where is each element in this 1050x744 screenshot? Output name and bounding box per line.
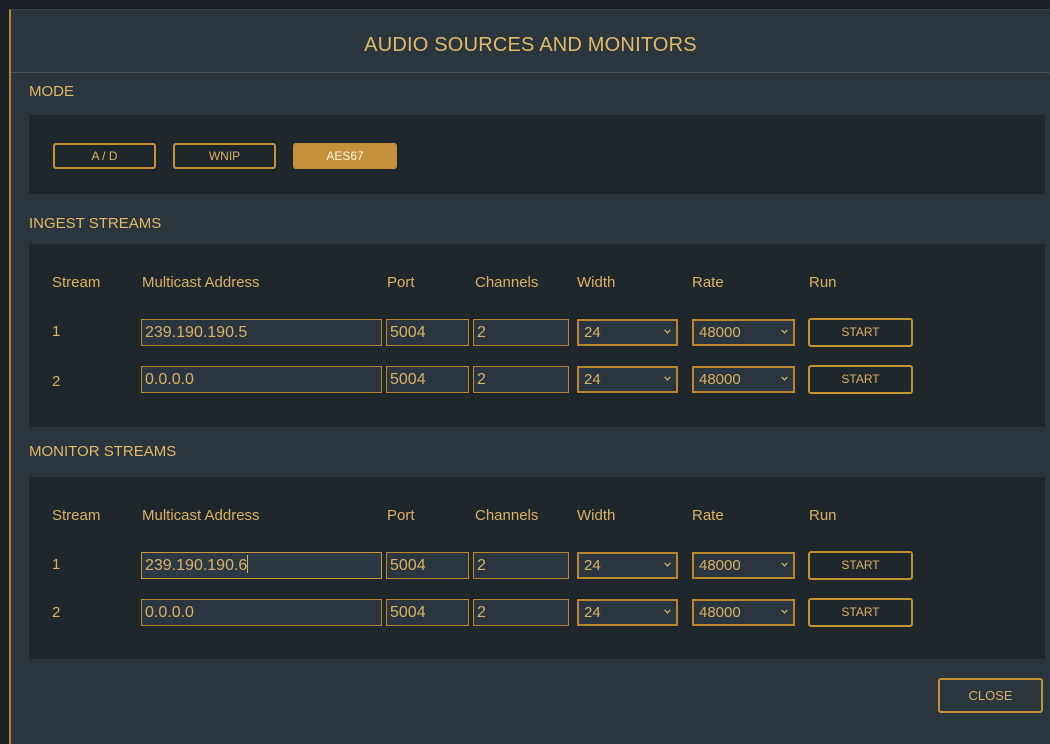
col-header-port: Port bbox=[387, 274, 415, 291]
ingest-row-1-rate-select[interactable]: 48000 bbox=[692, 319, 795, 346]
col-header-rate: Rate bbox=[692, 507, 724, 524]
monitor-row-1-channels-input[interactable]: 2 bbox=[473, 552, 569, 579]
chevron-down-icon bbox=[664, 376, 671, 381]
monitor-row-2-stream: 2 bbox=[52, 604, 61, 621]
monitor-row-1-stream: 1 bbox=[52, 556, 61, 573]
audio-sources-dialog: AUDIO SOURCES AND MONITORS MODE A / D WN… bbox=[9, 9, 1050, 744]
monitor-panel: Stream Multicast Address Port Channels W… bbox=[29, 477, 1045, 659]
chevron-down-icon bbox=[781, 609, 788, 614]
monitor-row-2-address-input[interactable]: 0.0.0.0 bbox=[141, 599, 382, 626]
ingest-row-1-width-select[interactable]: 24 bbox=[577, 319, 678, 346]
ingest-row-1-stream: 1 bbox=[52, 323, 61, 340]
col-header-multicast-address: Multicast Address bbox=[142, 507, 260, 524]
dialog-title: AUDIO SOURCES AND MONITORS bbox=[364, 34, 697, 56]
chevron-down-icon bbox=[781, 562, 788, 567]
ingest-row-2-channels-input[interactable]: 2 bbox=[473, 366, 569, 393]
chevron-down-icon bbox=[664, 329, 671, 334]
monitor-row-1-width-select[interactable]: 24 bbox=[577, 552, 678, 579]
monitor-row-1-address-value: 239.190.190.6 bbox=[145, 557, 248, 574]
monitor-row-2-port-input[interactable]: 5004 bbox=[386, 599, 469, 626]
monitor-row-1-address-input[interactable]: 239.190.190.6 bbox=[141, 552, 382, 579]
close-button[interactable]: CLOSE bbox=[938, 678, 1043, 713]
col-header-width: Width bbox=[577, 274, 616, 291]
ingest-row-2-rate-value: 48000 bbox=[699, 371, 741, 388]
monitor-row-2-rate-select[interactable]: 48000 bbox=[692, 599, 795, 626]
ingest-row-2-address-input[interactable]: 0.0.0.0 bbox=[141, 366, 382, 393]
text-caret bbox=[247, 555, 249, 573]
monitor-row-2-start-button[interactable]: START bbox=[808, 598, 913, 627]
chevron-down-icon bbox=[781, 376, 788, 381]
monitor-row-1-rate-value: 48000 bbox=[699, 557, 741, 574]
col-header-run: Run bbox=[809, 507, 837, 524]
monitor-row-2-channels-input[interactable]: 2 bbox=[473, 599, 569, 626]
ingest-row-2-rate-select[interactable]: 48000 bbox=[692, 366, 795, 393]
chevron-down-icon bbox=[781, 329, 788, 334]
col-header-stream: Stream bbox=[52, 274, 101, 291]
title-divider bbox=[11, 72, 1050, 73]
monitor-row-1-port-input[interactable]: 5004 bbox=[386, 552, 469, 579]
monitor-row-1-rate-select[interactable]: 48000 bbox=[692, 552, 795, 579]
ingest-row-1-start-button[interactable]: START bbox=[808, 318, 913, 347]
ingest-row-1-port-input[interactable]: 5004 bbox=[386, 319, 469, 346]
col-header-stream: Stream bbox=[52, 507, 101, 524]
ingest-row-2-width-select[interactable]: 24 bbox=[577, 366, 678, 393]
ingest-row-2-stream: 2 bbox=[52, 373, 61, 390]
col-header-rate: Rate bbox=[692, 274, 724, 291]
mode-aes67-button[interactable]: AES67 bbox=[293, 143, 397, 169]
col-header-channels: Channels bbox=[475, 507, 539, 524]
mode-panel: A / D WNIP AES67 bbox=[29, 115, 1045, 194]
chevron-down-icon bbox=[664, 609, 671, 614]
ingest-row-1-rate-value: 48000 bbox=[699, 324, 741, 341]
ingest-row-1-address-input[interactable]: 239.190.190.5 bbox=[141, 319, 382, 346]
monitor-row-1-start-button[interactable]: START bbox=[808, 551, 913, 580]
ingest-row-2-width-value: 24 bbox=[584, 371, 601, 388]
monitor-row-2-width-select[interactable]: 24 bbox=[577, 599, 678, 626]
ingest-row-2-port-input[interactable]: 5004 bbox=[386, 366, 469, 393]
ingest-panel: Stream Multicast Address Port Channels W… bbox=[29, 244, 1045, 427]
ingest-row-2-start-button[interactable]: START bbox=[808, 365, 913, 394]
ingest-section-label: INGEST STREAMS bbox=[29, 215, 162, 232]
monitor-row-2-rate-value: 48000 bbox=[699, 604, 741, 621]
ingest-row-1-width-value: 24 bbox=[584, 324, 601, 341]
chevron-down-icon bbox=[664, 562, 671, 567]
mode-section-label: MODE bbox=[29, 83, 74, 100]
col-header-channels: Channels bbox=[475, 274, 539, 291]
col-header-run: Run bbox=[809, 274, 837, 291]
ingest-row-1-channels-input[interactable]: 2 bbox=[473, 319, 569, 346]
monitor-section-label: MONITOR STREAMS bbox=[29, 443, 177, 460]
col-header-multicast-address: Multicast Address bbox=[142, 274, 260, 291]
col-header-port: Port bbox=[387, 507, 415, 524]
monitor-row-1-width-value: 24 bbox=[584, 557, 601, 574]
col-header-width: Width bbox=[577, 507, 616, 524]
mode-wnip-button[interactable]: WNIP bbox=[173, 143, 276, 169]
mode-ad-button[interactable]: A / D bbox=[53, 143, 156, 169]
monitor-row-2-width-value: 24 bbox=[584, 604, 601, 621]
